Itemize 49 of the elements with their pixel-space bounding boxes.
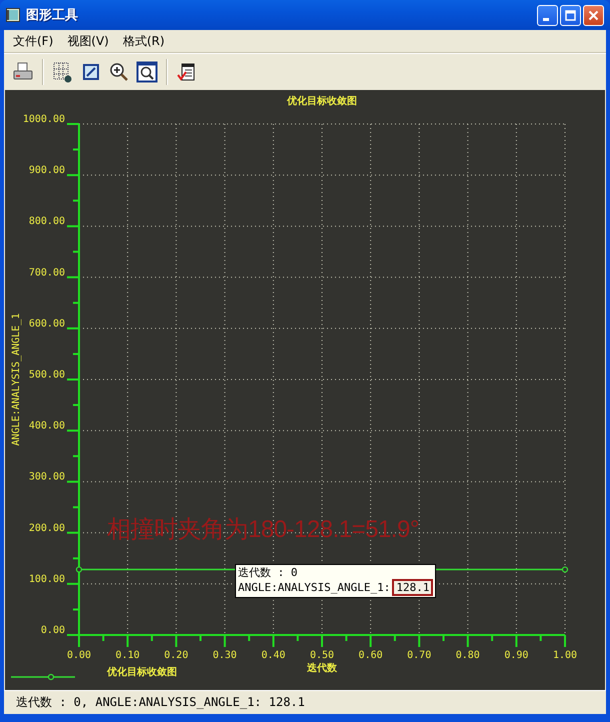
status-text: 迭代数 : 0, ANGLE:ANALYSIS_ANGLE_1: 128.1: [16, 694, 305, 711]
zoom-window-icon[interactable]: [136, 61, 158, 83]
y-tick-label: 0.00: [40, 625, 65, 636]
y-tick-label: 400.00: [28, 420, 65, 432]
x-tick-label: 0.10: [116, 650, 140, 661]
minimize-icon: [543, 18, 549, 20]
zoom-in-icon[interactable]: [108, 61, 130, 83]
y-tick-label: 1000.00: [22, 114, 65, 125]
grid-settings-icon[interactable]: [52, 61, 74, 83]
close-button[interactable]: [583, 4, 604, 26]
legend-label: 优化目标收敛图: [107, 667, 177, 678]
chart-title: 优化目标收敛图: [287, 96, 357, 107]
maximize-button[interactable]: [560, 4, 581, 26]
y-axis-label: ANGLE:ANALYSIS_ANGLE_1: [11, 313, 22, 446]
edit-icon[interactable]: [80, 61, 102, 83]
x-axis-label: 迭代数: [307, 663, 337, 674]
menu-item[interactable]: 格式(R): [118, 30, 170, 52]
app-icon: [6, 8, 20, 22]
tooltip-text: ANGLE:ANALYSIS_ANGLE_1:: [238, 581, 390, 594]
x-tick-label: 1.00: [552, 650, 578, 661]
data-point: [76, 566, 82, 573]
y-tick-label: 200.00: [28, 522, 65, 534]
x-tick-label: 0.30: [212, 650, 237, 661]
y-tick-label: 900.00: [28, 165, 65, 176]
maximize-icon: [565, 10, 576, 20]
y-tick-label: 300.00: [28, 472, 65, 483]
data-point: [562, 566, 568, 573]
tooltip-value: 128.1: [392, 579, 434, 596]
minimize-button[interactable]: [537, 4, 558, 26]
y-tick-label: 500.00: [28, 370, 65, 380]
annotation-text: 相撞时夹角为180-128.1=51.9°: [107, 515, 419, 545]
menu-item[interactable]: 文件(F): [8, 30, 58, 52]
tooltip-text: 迭代数 : 0: [238, 566, 298, 579]
x-tick-label: 0.60: [358, 650, 383, 661]
x-tick-label: 0.50: [310, 650, 334, 661]
x-tick-label: 0.90: [504, 650, 528, 661]
y-tick-label: 100.00: [28, 574, 65, 585]
menu-item[interactable]: 视图(V): [62, 30, 114, 52]
y-tick-label: 800.00: [28, 216, 65, 228]
x-tick-label: 0.80: [456, 650, 480, 661]
close-icon: [588, 10, 599, 20]
window-title: 图形工具: [26, 7, 79, 24]
x-tick-label: 0.20: [164, 650, 188, 661]
y-tick-label: 600.00: [28, 318, 65, 330]
x-tick-label: 0.00: [66, 650, 92, 661]
legend-swatch: [11, 674, 75, 680]
x-tick-label: 0.40: [261, 650, 286, 661]
x-tick-label: 0.70: [407, 650, 432, 661]
y-tick-label: 700.00: [28, 267, 65, 278]
